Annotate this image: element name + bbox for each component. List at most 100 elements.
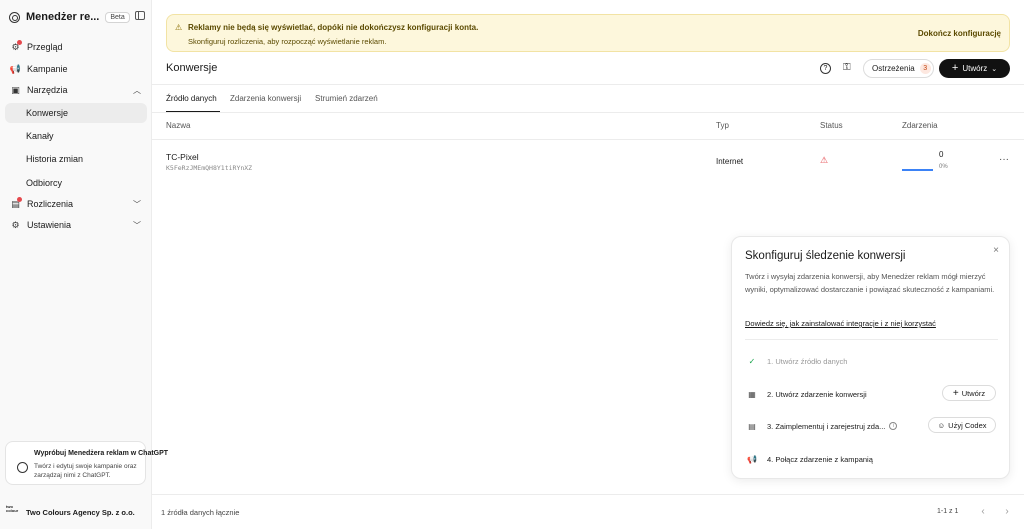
sidebar-item-label: Kampanie xyxy=(27,64,68,74)
overview-icon: ⚙ xyxy=(10,39,22,53)
warnings-label: Ostrzeżenia xyxy=(872,64,915,73)
banner-title: Reklamy nie będą się wyświetlać, dopóki … xyxy=(188,23,479,32)
divider xyxy=(152,139,1024,140)
sidebar-item-label: Kanały xyxy=(26,131,54,141)
sidebar-item-audiences[interactable]: Odbiorcy xyxy=(5,173,147,193)
sidebar-item-conversions[interactable]: Konwersje xyxy=(5,103,147,123)
data-source-name[interactable]: TC-Pixel xyxy=(166,152,199,162)
setup-warning-banner: ⚠ Reklamy nie będą się wyświetlać, dopók… xyxy=(166,14,1010,52)
sidebar-item-change-history[interactable]: Historia zmian xyxy=(5,149,147,169)
sidebar: Menedżer re... Beta ⚙ Przegląd 📢 Kampani… xyxy=(0,0,168,529)
setup-step-4: 📢 4. Połącz zdarzenie z kampanią xyxy=(745,451,873,467)
step-label: 4. Połącz zdarzenie z kampanią xyxy=(767,454,873,464)
banner-text: Skonfiguruj rozliczenia, aby rozpocząć w… xyxy=(188,37,387,46)
data-source-type: Internet xyxy=(716,157,744,166)
org-name: Two Colours Agency Sp. z o.o. xyxy=(26,507,135,517)
warnings-button[interactable]: Ostrzeżenia 3 xyxy=(863,59,934,78)
previous-page-icon[interactable]: ‹ xyxy=(975,504,991,520)
sidebar-item-tools[interactable]: ▣ Narzędzia ︿ xyxy=(5,80,147,100)
chevron-down-icon: ﹀ xyxy=(133,200,141,209)
sidebar-item-label: Ustawienia xyxy=(27,220,72,230)
column-header-name: Nazwa xyxy=(166,121,191,130)
create-button[interactable]: + Utwórz ⌄ xyxy=(939,59,1010,78)
events-percent: 0% xyxy=(939,164,948,170)
events-count: 0 xyxy=(939,150,944,159)
beta-badge: Beta xyxy=(105,11,130,23)
conversion-setup-panel: × Skonfiguruj śledzenie konwersji Twórz … xyxy=(731,236,1010,479)
plus-icon: + xyxy=(952,387,959,399)
panel-description: Twórz i wysyłaj zdarzenia konwersji, aby… xyxy=(745,272,995,294)
setup-step-3: ▤ 3. Zaimplementuj i zarejestruj zda... … xyxy=(745,418,898,434)
tab-event-stream[interactable]: Strumień zdarzeń xyxy=(315,94,378,103)
panel-title: Skonfiguruj śledzenie konwersji xyxy=(745,250,906,262)
chevron-down-icon: ﹀ xyxy=(133,221,141,230)
warning-status-icon: ⚠ xyxy=(820,155,829,165)
sidebar-item-settings[interactable]: ⚙ Ustawienia ﹀ xyxy=(5,215,147,235)
promo-title: Wypróbuj Menedżera reklam w ChatGPT xyxy=(34,450,169,457)
sidebar-item-billing[interactable]: ▤ Rozliczenia ﹀ xyxy=(5,194,147,214)
calendar-icon: ▦ xyxy=(748,389,756,399)
sidebar-header: Menedżer re... Beta xyxy=(9,9,145,25)
chatgpt-promo-card[interactable]: Wypróbuj Menedżera reklam w ChatGPT Twór… xyxy=(5,441,168,485)
org-logo: two colour xyxy=(6,504,19,513)
setup-step-2: ▦ 2. Utwórz zdarzenie konwersji xyxy=(745,386,867,402)
tab-data-source[interactable]: Źródło danych xyxy=(166,94,217,103)
info-icon[interactable]: i xyxy=(889,422,898,430)
divider xyxy=(152,84,1024,85)
tab-conversion-events[interactable]: Zdarzenia konwersji xyxy=(230,94,301,103)
app-title[interactable]: Menedżer re... xyxy=(26,11,99,23)
notification-dot xyxy=(17,196,22,202)
plus-icon: + xyxy=(951,62,959,74)
code-window-icon: ▤ xyxy=(748,421,756,431)
finish-setup-link[interactable]: Dokończ konfigurację xyxy=(918,29,1001,38)
sidebar-item-label: Przegląd xyxy=(27,42,63,52)
create-label: Utwórz xyxy=(962,64,988,73)
sidebar-item-overview[interactable]: ⚙ Przegląd xyxy=(5,37,147,57)
codex-icon: ☺ xyxy=(937,420,946,430)
chevron-up-icon: ︿ xyxy=(133,86,141,95)
gear-icon: ⚙ xyxy=(11,219,20,230)
notification-dot xyxy=(17,39,22,45)
sidebar-item-label: Historia zmian xyxy=(26,154,84,164)
setup-step-1: ✓ 1. Utwórz źródło danych xyxy=(745,353,848,369)
promo-text: Twórz i edytuj swoje kampanie oraz zarzą… xyxy=(34,463,137,479)
warning-icon: ⚠ xyxy=(175,23,183,32)
close-icon[interactable]: × xyxy=(993,245,999,256)
megaphone-icon: 📢 xyxy=(9,63,22,74)
divider xyxy=(745,339,998,340)
key-icon[interactable]: ⚿ xyxy=(843,62,851,73)
app-logo-icon xyxy=(9,11,20,23)
step-label: 2. Utwórz zdarzenie konwersji xyxy=(767,389,867,399)
page-title: Konwersje xyxy=(166,62,218,74)
warnings-count-badge: 3 xyxy=(919,63,931,74)
chatgpt-icon xyxy=(17,462,28,473)
more-options-icon[interactable]: ··· xyxy=(999,154,1009,165)
sidebar-item-channels[interactable]: Kanały xyxy=(5,126,147,146)
sidebar-item-label: Konwersje xyxy=(26,108,69,118)
sidebar-item-label: Rozliczenia xyxy=(27,199,74,209)
pagination-range: 1-1 z 1 xyxy=(937,508,959,515)
sidebar-item-label: Narzędzia xyxy=(27,85,68,95)
sidebar-item-label: Odbiorcy xyxy=(26,178,63,188)
button-label: Użyj Codex xyxy=(948,420,987,430)
megaphone-icon: 📢 xyxy=(747,454,757,464)
total-count-text: 1 źródła danych łącznie xyxy=(161,508,240,517)
use-codex-button[interactable]: ☺ Użyj Codex xyxy=(928,417,996,433)
step-label: 1. Utwórz źródło danych xyxy=(767,356,848,366)
create-conversion-event-button[interactable]: + Utwórz xyxy=(942,385,996,401)
column-header-events: Zdarzenia xyxy=(902,121,938,130)
column-header-status: Status xyxy=(820,121,843,130)
help-icon[interactable]: ? xyxy=(820,63,831,74)
divider xyxy=(152,112,1024,113)
billing-icon: ▤ xyxy=(10,196,22,210)
sidebar-toggle-icon[interactable] xyxy=(135,11,145,20)
button-label: Utwórz xyxy=(961,388,986,398)
column-header-type: Typ xyxy=(716,121,729,130)
events-progress-bar xyxy=(902,169,933,171)
organization-switcher[interactable]: two colour Two Colours Agency Sp. z o.o. xyxy=(6,504,135,520)
sidebar-item-campaigns[interactable]: 📢 Kampanie xyxy=(5,59,147,79)
step-label: 3. Zaimplementuj i zarejestruj zda... xyxy=(767,421,886,431)
integration-docs-link[interactable]: Dowiedz się, jak zainstalować integracje… xyxy=(745,319,936,328)
divider xyxy=(152,494,1024,495)
next-page-icon[interactable]: › xyxy=(999,504,1015,520)
